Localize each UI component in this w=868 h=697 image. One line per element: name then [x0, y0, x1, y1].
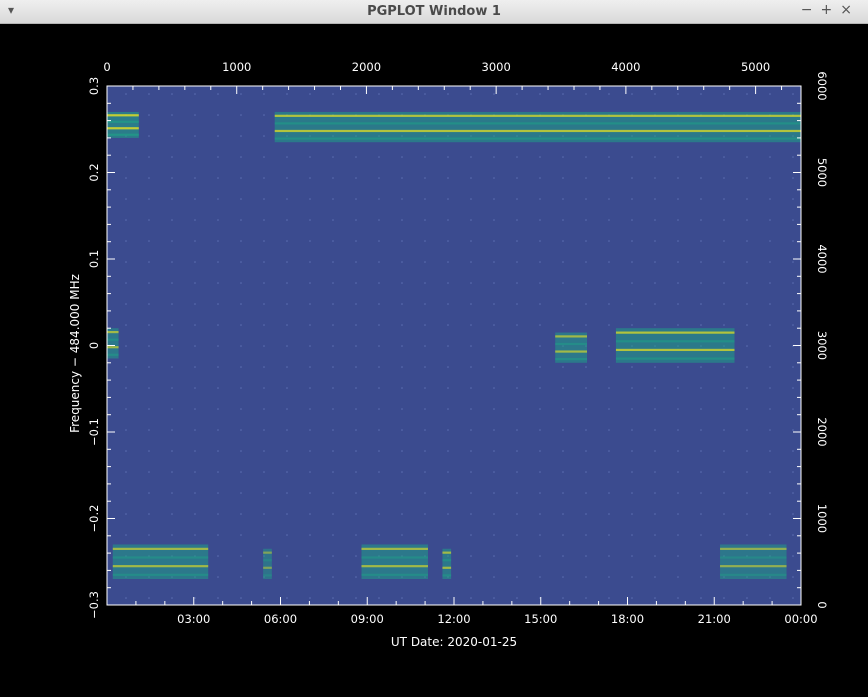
signal-region	[555, 332, 588, 363]
signal-region	[263, 548, 272, 580]
y-left-tick-label: 0.3	[87, 77, 101, 95]
x-bottom-tick-label: 06:00	[264, 612, 297, 626]
signal-region	[361, 544, 428, 580]
window-controls: −+×	[801, 2, 860, 18]
x-top-tick-label: 1000	[222, 60, 251, 74]
window-title: PGPLOT Window 1	[367, 4, 501, 19]
x-bottom-tick-label: 03:00	[177, 612, 210, 626]
signal-region	[274, 111, 801, 143]
x-bottom-tick-label: 12:00	[437, 612, 470, 626]
maximize-icon[interactable]: +	[821, 2, 841, 18]
signal-region	[107, 328, 119, 359]
dynamic-spectrum-chart: 03:00 06:00 09:00 12:00 15:00 18:00 21:00 00:00…	[68, 60, 829, 649]
x-top-tick-label: 3000	[482, 60, 511, 74]
pgplot-window: ▾ PGPLOT Window 1 −+× 03:00 06:00 09:00 12:…	[0, 0, 868, 693]
y-left-tick-label: −0.2	[87, 505, 101, 533]
x-bottom-tick-label: 15:00	[524, 612, 557, 626]
signal-region	[107, 111, 139, 138]
signal-region	[112, 544, 209, 580]
x-bottom-tick-label: 21:00	[698, 612, 731, 626]
signal-region	[442, 548, 452, 580]
signal-region	[720, 544, 787, 580]
x-top-tick-label: 2000	[352, 60, 381, 74]
y-right-tick-label: 4000	[815, 244, 829, 273]
x-bottom-tick-label: 18:00	[611, 612, 644, 626]
y-right-tick-label: 6000	[815, 71, 829, 100]
y-right-tick-label: 3000	[815, 331, 829, 360]
y-left-tick-label: 0	[87, 342, 101, 349]
y-left-tick-label: −0.3	[87, 591, 101, 619]
y-left-tick-label: −0.1	[87, 418, 101, 446]
x-axis-label: UT Date: 2020-01-25	[391, 635, 517, 649]
close-icon[interactable]: ×	[840, 2, 860, 18]
signal-region	[615, 328, 735, 363]
y-left-tick-label: 0.2	[87, 163, 101, 181]
minimize-icon[interactable]: −	[801, 2, 821, 18]
x-bottom-tick-label: 09:00	[351, 612, 384, 626]
x-top-tick-label: 4000	[611, 60, 640, 74]
y-right-tick-label: 2000	[815, 417, 829, 446]
y-axis-label: Frequency − 484.000 MHz	[68, 274, 82, 433]
y-right-tick-label: 0	[815, 601, 829, 608]
x-top-tick-label: 0	[103, 60, 110, 74]
title-bar[interactable]: ▾ PGPLOT Window 1 −+×	[0, 0, 868, 24]
y-right-tick-label: 5000	[815, 158, 829, 187]
x-bottom-tick-label: 00:00	[784, 612, 817, 626]
x-top-tick-label: 5000	[741, 60, 770, 74]
y-left-tick-label: 0.1	[87, 250, 101, 268]
plot-area: 03:00 06:00 09:00 12:00 15:00 18:00 21:00 00:00…	[0, 24, 868, 693]
y-right-tick-label: 1000	[815, 504, 829, 533]
